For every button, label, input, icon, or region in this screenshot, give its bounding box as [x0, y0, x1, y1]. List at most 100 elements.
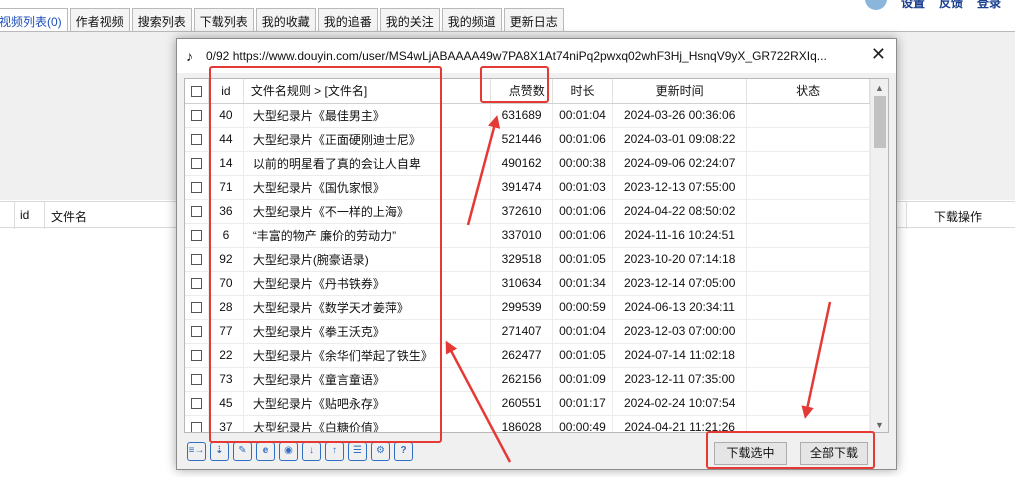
- row-checkbox[interactable]: [191, 230, 203, 242]
- column-header-updated[interactable]: 更新时间: [612, 79, 748, 104]
- row-checkbox[interactable]: [191, 206, 203, 218]
- cell-id: 92: [208, 247, 244, 272]
- row-checkbox-cell: [185, 343, 210, 368]
- cell-status: [746, 367, 870, 392]
- cell-duration: 00:00:38: [552, 151, 614, 176]
- row-checkbox-cell: [185, 319, 210, 344]
- cell-status: [746, 415, 870, 432]
- cell-updated: 2024-03-01 09:08:22: [612, 127, 748, 152]
- row-checkbox[interactable]: [191, 278, 203, 290]
- cell-status: [746, 247, 870, 272]
- download-selected-button[interactable]: 下载选中: [714, 442, 787, 465]
- user-icon[interactable]: ◉: [279, 442, 298, 461]
- cell-id: 77: [208, 319, 244, 344]
- column-header-id[interactable]: id: [208, 79, 244, 104]
- table-row[interactable]: 22 大型纪录片《余华们举起了铁生》 262477 00:01:05 2024-07-1…: [185, 343, 870, 368]
- video-select-dialog: ♪ 0/92 https://www.douyin.com/user/MS4wL…: [176, 38, 897, 470]
- table-row[interactable]: 71 大型纪录片《国仇家恨》 391474 00:01:03 2023-12-13 07…: [185, 175, 870, 200]
- list-filter-icon[interactable]: ⇣: [210, 442, 229, 461]
- table-row[interactable]: 45 大型纪录片《贴吧永存》 260551 00:01:17 2024-02-24 10…: [185, 391, 870, 416]
- row-checkbox[interactable]: [191, 374, 203, 386]
- dialog-toolbar: ≡→ ⇣ ✎ e ◉ ↓ ↑ ☰ ⚙?: [187, 442, 413, 461]
- cell-likes: 262477: [490, 343, 553, 368]
- browser-icon[interactable]: e: [256, 442, 275, 461]
- tiktok-icon: ♪: [186, 48, 193, 64]
- cell-status: [746, 295, 870, 320]
- edit-icon[interactable]: ✎: [233, 442, 252, 461]
- sort-asc-icon[interactable]: ↑: [325, 442, 344, 461]
- cell-updated: 2023-12-13 07:55:00: [612, 175, 748, 200]
- cell-filename: 大型纪录片《余华们举起了铁生》: [243, 343, 492, 368]
- help-icon[interactable]: ?: [394, 442, 413, 461]
- list-export-icon[interactable]: ≡→: [187, 442, 206, 461]
- main-tab-2[interactable]: 搜索列表: [131, 8, 192, 31]
- main-tab-8[interactable]: 更新日志: [503, 8, 564, 31]
- cell-duration: 00:01:09: [552, 367, 614, 392]
- main-tab-5[interactable]: 我的追番: [317, 8, 378, 31]
- sort-desc-icon[interactable]: ↓: [302, 442, 321, 461]
- row-checkbox-cell: [185, 295, 210, 320]
- scroll-down-arrow-icon[interactable]: ▼: [875, 420, 884, 430]
- column-header-duration[interactable]: 时长: [552, 79, 614, 104]
- table-row[interactable]: 92 大型纪录片(腕豪语录) 329518 00:01:05 2023-10-20 07…: [185, 247, 870, 272]
- row-checkbox[interactable]: [191, 254, 203, 266]
- table-row[interactable]: 37 大型纪录片《白糖价值》 186028 00:00:49 2024-04-21 11…: [185, 415, 870, 432]
- table-row[interactable]: 28 大型纪录片《数学天才姜萍》 299539 00:00:59 2024-06-13 …: [185, 295, 870, 320]
- column-header-filename[interactable]: 文件名规则 > [文件名]: [243, 79, 492, 104]
- row-checkbox[interactable]: [191, 422, 203, 432]
- table-row[interactable]: 77 大型纪录片《拳王沃克》 271407 00:01:04 2023-12-03 07…: [185, 319, 870, 344]
- settings-icon[interactable]: ⚙: [371, 442, 390, 461]
- row-checkbox-cell: [185, 247, 210, 272]
- table-row[interactable]: 6 “丰富的物产 廉价的劳动力” 337010 00:01:06 2024-11-16 …: [185, 223, 870, 248]
- cell-likes: 337010: [490, 223, 553, 248]
- list-check-icon[interactable]: ☰: [348, 442, 367, 461]
- main-tab-6[interactable]: 我的关注: [379, 8, 440, 31]
- main-tab-3[interactable]: 下载列表: [193, 8, 254, 31]
- row-checkbox-cell: [185, 103, 210, 128]
- video-grid: id 文件名规则 > [文件名] 点赞数 时长 更新时间 状态 40 大型纪录片《…: [184, 78, 889, 433]
- main-tab-4[interactable]: 我的收藏: [255, 8, 316, 31]
- dialog-titlebar[interactable]: ♪ 0/92 https://www.douyin.com/user/MS4wL…: [177, 39, 896, 73]
- vertical-scrollbar[interactable]: ▲ ▼: [870, 79, 888, 432]
- row-checkbox[interactable]: [191, 158, 203, 170]
- cell-likes: 310634: [490, 271, 553, 296]
- column-header-likes[interactable]: 点赞数: [490, 79, 553, 104]
- table-row[interactable]: 14 以前的明星看了真的会让人自卑 490162 00:00:38 2024-09-06…: [185, 151, 870, 176]
- row-checkbox[interactable]: [191, 350, 203, 362]
- select-all-cell[interactable]: [185, 79, 210, 104]
- cell-likes: 372610: [490, 199, 553, 224]
- table-row[interactable]: 36 大型纪录片《不一样的上海》 372610 00:01:06 2024-04-22 …: [185, 199, 870, 224]
- scroll-up-arrow-icon[interactable]: ▲: [875, 83, 884, 93]
- settings-link[interactable]: 设置: [901, 0, 925, 11]
- column-header-status[interactable]: 状态: [746, 79, 870, 104]
- close-button[interactable]: ✕: [871, 45, 886, 63]
- cell-likes: 271407: [490, 319, 553, 344]
- table-row[interactable]: 73 大型纪录片《童言童语》 262156 00:01:09 2023-12-11 07…: [185, 367, 870, 392]
- row-checkbox[interactable]: [191, 134, 203, 146]
- main-tab-7[interactable]: 我的频道: [441, 8, 502, 31]
- row-checkbox[interactable]: [191, 182, 203, 194]
- row-checkbox[interactable]: [191, 302, 203, 314]
- cell-duration: 00:01:34: [552, 271, 614, 296]
- login-link[interactable]: 登录: [977, 0, 1001, 11]
- main-tab-0[interactable]: 视频列表(0): [0, 8, 68, 31]
- cell-id: 70: [208, 271, 244, 296]
- cell-updated: 2024-03-26 00:36:06: [612, 103, 748, 128]
- cell-duration: 00:01:05: [552, 343, 614, 368]
- main-tab-bar: 视频列表(0) 作者视频 搜索列表 下载列表 我的收藏 我的追番 我的关注 我的频道 更新日志: [0, 8, 566, 31]
- select-all-checkbox[interactable]: [191, 86, 203, 98]
- row-checkbox[interactable]: [191, 398, 203, 410]
- feedback-link[interactable]: 反馈: [939, 0, 963, 11]
- cell-status: [746, 319, 870, 344]
- download-all-button[interactable]: 全部下载: [800, 442, 868, 465]
- table-row[interactable]: 44 大型纪录片《正面硬刚迪士尼》 521446 00:01:06 2024-03-01…: [185, 127, 870, 152]
- main-tab-1[interactable]: 作者视频: [69, 8, 130, 31]
- row-checkbox[interactable]: [191, 110, 203, 122]
- table-row[interactable]: 70 大型纪录片《丹书铁券》 310634 00:01:34 2023-12-14 07…: [185, 271, 870, 296]
- row-checkbox[interactable]: [191, 326, 203, 338]
- header-id: id: [20, 208, 30, 222]
- table-row[interactable]: 40 大型纪录片《最佳男主》 631689 00:01:04 2024-03-26 00…: [185, 103, 870, 128]
- scrollbar-thumb[interactable]: [874, 96, 886, 148]
- row-checkbox-cell: [185, 199, 210, 224]
- cell-id: 36: [208, 199, 244, 224]
